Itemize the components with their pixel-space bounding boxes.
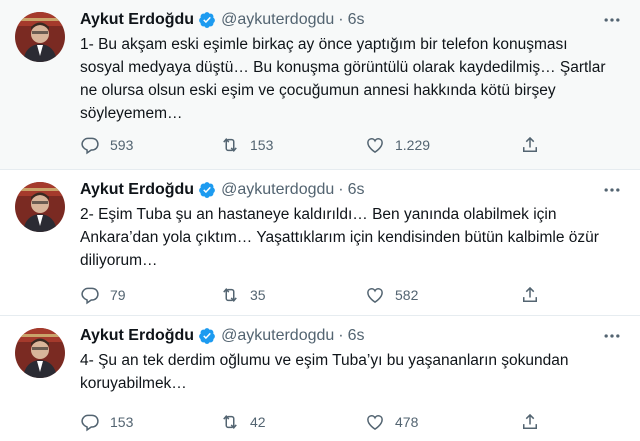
reply-icon	[81, 287, 99, 305]
like-icon	[367, 415, 383, 430]
verified-badge-icon	[199, 12, 215, 28]
like-count: 582	[395, 287, 419, 303]
share-button[interactable]	[520, 134, 550, 156]
tweet-feed: Aykut Erdoğdu @aykuterdogdu · 6s 1- Bu a…	[0, 0, 640, 441]
share-button[interactable]	[520, 411, 550, 433]
reply-icon	[81, 414, 99, 432]
like-button[interactable]: 582	[365, 284, 418, 306]
tweet[interactable]: Aykut Erdoğdu @aykuterdogdu · 6s 4- Şu a…	[0, 316, 640, 441]
tweet-text: 4- Şu an tek derdim oğlumu ve eşim Tuba’…	[80, 352, 569, 392]
like-icon	[367, 288, 383, 303]
reply-button[interactable]: 153	[80, 411, 133, 433]
author-handle[interactable]: @aykuterdogdu	[221, 180, 334, 200]
retweet-icon	[223, 288, 237, 302]
share-icon	[523, 286, 537, 302]
share-icon	[523, 413, 537, 429]
like-count: 1.229	[395, 137, 431, 153]
reply-count: 153	[110, 414, 134, 430]
like-button[interactable]: 1.229	[365, 134, 430, 156]
author-handle[interactable]: @aykuterdogdu	[221, 326, 334, 346]
share-button[interactable]	[520, 284, 550, 306]
more-caret-icon[interactable]	[602, 180, 622, 200]
more-caret-icon[interactable]	[602, 326, 622, 346]
tweet-header: Aykut Erdoğdu @aykuterdogdu · 6s	[80, 10, 365, 30]
tweet-header: Aykut Erdoğdu @aykuterdogdu · 6s	[80, 180, 365, 200]
tweet-text: 2- Eşim Tuba şu an hastaneye kaldırıldı……	[80, 206, 599, 269]
reply-icon	[81, 137, 99, 155]
separator-dot: ·	[338, 11, 344, 28]
tweet-text: 1- Bu akşam eski eşimle birkaç ay önce y…	[80, 36, 606, 122]
tweet[interactable]: Aykut Erdoğdu @aykuterdogdu · 6s 2- Eşim…	[0, 170, 640, 316]
verified-badge-icon	[199, 182, 215, 198]
tweet-actions: 153 42 478	[80, 411, 540, 433]
retweet-count: 35	[250, 287, 266, 303]
tweet-actions: 79 35 582	[80, 284, 540, 306]
like-button[interactable]: 478	[365, 411, 418, 433]
timestamp[interactable]: 6s	[348, 180, 365, 200]
separator-dot: ·	[338, 327, 344, 344]
tweet-header: Aykut Erdoğdu @aykuterdogdu · 6s	[80, 326, 365, 346]
tweet[interactable]: Aykut Erdoğdu @aykuterdogdu · 6s 1- Bu a…	[0, 0, 640, 170]
retweet-count: 153	[250, 137, 274, 153]
retweet-button[interactable]: 42	[220, 411, 266, 433]
retweet-button[interactable]: 153	[220, 134, 273, 156]
author-name[interactable]: Aykut Erdoğdu	[80, 180, 194, 200]
author-name[interactable]: Aykut Erdoğdu	[80, 10, 194, 30]
reply-button[interactable]: 593	[80, 134, 133, 156]
reply-count: 79	[110, 287, 126, 303]
retweet-button[interactable]: 35	[220, 284, 266, 306]
retweet-count: 42	[250, 414, 266, 430]
separator-dot: ·	[338, 181, 344, 198]
tweet-actions: 593 153 1.229	[80, 134, 540, 156]
reply-button[interactable]: 79	[80, 284, 126, 306]
like-icon	[367, 138, 383, 153]
author-handle[interactable]: @aykuterdogdu	[221, 10, 334, 30]
retweet-icon	[223, 415, 237, 429]
share-icon	[523, 136, 537, 152]
reply-count: 593	[110, 137, 134, 153]
avatar[interactable]	[15, 182, 65, 232]
avatar[interactable]	[15, 328, 65, 378]
avatar[interactable]	[15, 12, 65, 62]
timestamp[interactable]: 6s	[348, 326, 365, 346]
retweet-icon	[223, 138, 237, 152]
like-count: 478	[395, 414, 419, 430]
more-caret-icon[interactable]	[602, 10, 622, 30]
verified-badge-icon	[199, 328, 215, 344]
timestamp[interactable]: 6s	[348, 10, 365, 30]
author-name[interactable]: Aykut Erdoğdu	[80, 326, 194, 346]
